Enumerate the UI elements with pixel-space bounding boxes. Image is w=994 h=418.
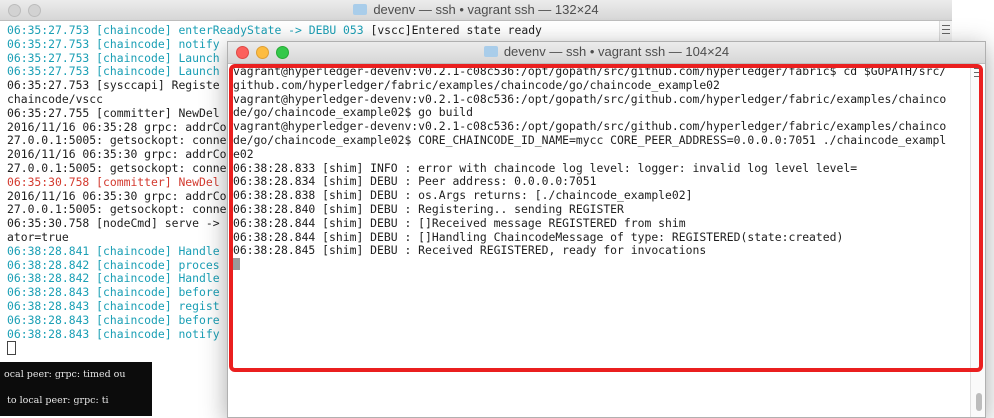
log-prefix: 06:35:27.753 [chaincode] enterReadyState… (7, 23, 364, 37)
terminal-line: vagrant@hyperledger-devenv:v0.2.1-c08c53… (233, 64, 947, 78)
terminal-line: vagrant@hyperledger-devenv:v0.2.1-c08c53… (233, 91, 947, 106)
terminal-line: 06:38:28.840 [shim] DEBU : Registering..… (233, 201, 624, 216)
terminal-line: e02 (233, 146, 254, 161)
background-dark-terminal: ocal peer: grpc: timed ou to local peer:… (0, 362, 152, 416)
log-message: [vscc]Entered state ready (363, 23, 542, 37)
back-window-title-text: devenv — ssh • vagrant ssh — 132×24 (373, 2, 599, 17)
front-window-titlebar[interactable]: devenv — ssh • vagrant ssh — 104×24 (228, 42, 985, 64)
dark-terminal-line: to local peer: grpc: ti (4, 395, 109, 406)
terminal-line: github.com/hyperledger/fabric/examples/c… (233, 77, 720, 92)
front-scrollbar[interactable] (970, 64, 985, 417)
front-terminal-lines: vagrant@hyperledger-devenv:v0.2.1-c08c53… (233, 64, 947, 272)
terminal-line: vagrant@hyperledger-devenv:v0.2.1-c08c53… (233, 119, 947, 134)
front-window-title-text: devenv — ssh • vagrant ssh — 104×24 (503, 44, 730, 59)
dark-terminal-line: ocal peer: grpc: timed ou (4, 369, 126, 380)
terminal-line: 06:35:27.753 [chaincode] enterReadyState… (7, 23, 542, 38)
folder-icon (483, 46, 498, 57)
front-terminal-window: devenv — ssh • vagrant ssh — 104×24 vagr… (227, 41, 986, 418)
menu-icon[interactable] (974, 68, 982, 77)
cursor (7, 341, 16, 356)
back-window-title: devenv — ssh • vagrant ssh — 132×24 (0, 2, 952, 17)
terminal-line: 06:38:28.833 [shim] INFO : error with ch… (233, 160, 858, 175)
menu-icon[interactable] (942, 25, 950, 34)
terminal-line: 06:38:28.844 [shim] DEBU : []Handling Ch… (233, 229, 844, 244)
terminal-line: 06:38:28.845 [shim] DEBU : Received REGI… (233, 243, 707, 258)
terminal-line: 06:38:28.838 [shim] DEBU : os.Args retur… (233, 188, 693, 203)
back-window-titlebar[interactable]: devenv — ssh • vagrant ssh — 132×24 (0, 0, 952, 21)
cursor (233, 258, 240, 271)
front-window-title: devenv — ssh • vagrant ssh — 104×24 (228, 44, 985, 59)
terminal-line: de/go/chaincode_example02$ CORE_CHAINCOD… (233, 132, 947, 147)
terminal-line: 06:38:28.844 [shim] DEBU : []Received me… (233, 215, 686, 230)
prompt-line (233, 258, 946, 272)
folder-icon (353, 4, 368, 15)
scroll-thumb[interactable] (976, 393, 982, 411)
terminal-line: de/go/chaincode_example02$ go build (233, 105, 474, 120)
terminal-line: 06:38:28.834 [shim] DEBU : Peer address:… (233, 174, 597, 189)
front-terminal-output[interactable]: vagrant@hyperledger-devenv:v0.2.1-c08c53… (228, 64, 985, 417)
